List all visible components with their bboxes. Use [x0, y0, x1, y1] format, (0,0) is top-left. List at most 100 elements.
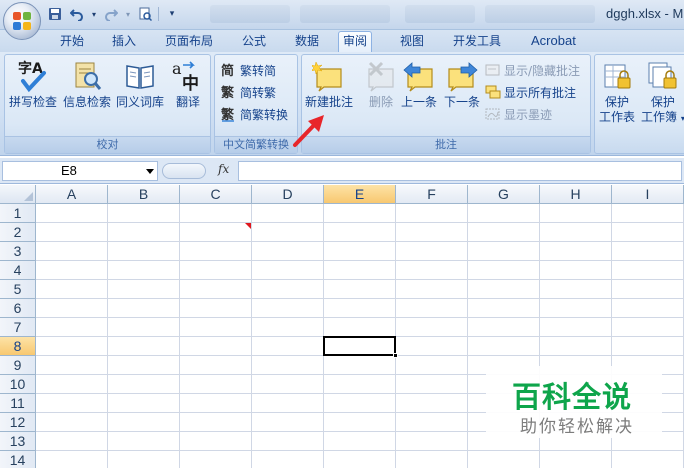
name-box-dropdown-icon[interactable] [146, 169, 154, 174]
protect-workbook-icon [646, 59, 680, 93]
watermark-subtitle: 助你轻松解决 [520, 417, 634, 437]
show-hide-comment-button[interactable]: 显示/隐藏批注 [485, 60, 580, 80]
research-icon [70, 59, 104, 93]
undo-dropdown-icon[interactable]: ▾ [90, 5, 98, 23]
tab-acrobat[interactable]: Acrobat [527, 32, 580, 52]
svg-text:繁: 繁 [221, 107, 235, 122]
row-header-2[interactable]: 2 [0, 223, 36, 242]
gridline [36, 450, 684, 451]
formula-input[interactable] [238, 161, 682, 181]
row-header-10[interactable]: 10 [0, 375, 36, 394]
tab-data[interactable]: 数据 [291, 32, 323, 52]
office-button[interactable] [3, 2, 41, 40]
watermark-title: 百科全说 [512, 380, 633, 414]
watermark: 百科全说 助你轻松解决 [486, 366, 662, 438]
proofing-group: 字A 拼写检查 信息检索 同义词库 a中 翻译 校对 [4, 54, 211, 154]
delete-comment-button[interactable]: 删除 [364, 59, 398, 110]
office-logo-icon [13, 12, 31, 30]
column-header-h[interactable]: H [540, 185, 612, 204]
gridline [36, 241, 684, 242]
convert-chinese-button[interactable]: 繁 简繁转换 [221, 104, 288, 124]
show-all-comments-button[interactable]: 显示所有批注 [485, 82, 576, 102]
comment-indicator-icon[interactable] [245, 223, 251, 229]
gridline [36, 222, 684, 223]
quick-access-toolbar: ▾ ▾ ▾ [46, 4, 181, 24]
protect-workbook-button[interactable]: 保护 工作簿 ▾ [641, 59, 684, 126]
tab-insert[interactable]: 插入 [108, 32, 140, 52]
annotation-arrow-icon [293, 115, 324, 147]
formula-bar: E8 fx [0, 158, 684, 184]
simp-to-trad-icon: 繁 [221, 84, 237, 101]
column-header-i[interactable]: I [612, 185, 684, 204]
window-tab[interactable] [405, 5, 475, 23]
expand-handle-icon[interactable] [162, 163, 206, 179]
chinese-conversion-group: 简 繁转简 繁 简转繁 繁 简繁转换 中文简繁转换 [214, 54, 298, 154]
column-header-d[interactable]: D [252, 185, 324, 204]
save-icon[interactable] [46, 5, 64, 23]
column-header-c[interactable]: C [180, 185, 252, 204]
row-header-12[interactable]: 12 [0, 413, 36, 432]
next-comment-button[interactable]: 下一条 [444, 59, 480, 110]
proofing-group-label: 校对 [5, 136, 210, 153]
formula-tools: fx [160, 161, 236, 181]
tab-review[interactable]: 审阅 [338, 31, 373, 53]
row-header-13[interactable]: 13 [0, 432, 36, 451]
column-header-g[interactable]: G [468, 185, 540, 204]
previous-comment-icon [402, 59, 436, 93]
gridline [36, 260, 684, 261]
thesaurus-button[interactable]: 同义词库 [116, 59, 164, 110]
thesaurus-icon [123, 59, 157, 93]
title-bar: ▾ ▾ ▾ dggh.xlsx - M [0, 0, 684, 30]
tab-home[interactable]: 开始 [56, 32, 88, 52]
spell-check-button[interactable]: 字A 拼写检查 [9, 59, 57, 110]
tab-developer[interactable]: 开发工具 [449, 32, 505, 52]
row-header-8[interactable]: 8 [0, 337, 36, 356]
insert-function-button[interactable]: fx [218, 162, 229, 176]
row-header-4[interactable]: 4 [0, 261, 36, 280]
simp-to-trad-button[interactable]: 繁 简转繁 [221, 82, 276, 102]
row-header-14[interactable]: 14 [0, 451, 36, 468]
svg-text:a: a [172, 59, 182, 78]
protect-group: 保护 工作表 保护 工作簿 ▾ [594, 54, 684, 154]
redo-dropdown-icon[interactable]: ▾ [124, 5, 132, 23]
previous-comment-button[interactable]: 上一条 [401, 59, 437, 110]
window-tab[interactable] [300, 5, 390, 23]
column-header-a[interactable]: A [36, 185, 108, 204]
comments-group: 新建批注 删除 上一条 下一条 显示/隐藏批注 显示所有批注 显示墨迹 批注 [301, 54, 591, 154]
row-header-9[interactable]: 9 [0, 356, 36, 375]
show-ink-button[interactable]: 显示墨迹 [485, 104, 552, 124]
protect-sheet-button[interactable]: 保护 工作表 [599, 59, 635, 125]
print-preview-icon[interactable] [136, 5, 154, 23]
convert-chinese-icon: 繁 [221, 106, 237, 123]
column-header-f[interactable]: F [396, 185, 468, 204]
row-header-5[interactable]: 5 [0, 280, 36, 299]
window-tab[interactable] [485, 5, 595, 23]
fill-handle[interactable] [393, 353, 398, 358]
redo-icon[interactable] [102, 5, 120, 23]
gridline [36, 279, 684, 280]
column-header-b[interactable]: B [108, 185, 180, 204]
tab-page-layout[interactable]: 页面布局 [161, 32, 217, 52]
tab-view[interactable]: 视图 [396, 32, 428, 52]
row-header-3[interactable]: 3 [0, 242, 36, 261]
active-cell[interactable] [323, 336, 396, 356]
svg-text:繁: 繁 [221, 85, 235, 100]
customize-icon[interactable]: ▾ [163, 5, 181, 23]
column-header-e[interactable]: E [324, 185, 396, 204]
trad-to-simp-button[interactable]: 简 繁转简 [221, 60, 276, 80]
next-comment-icon [445, 59, 479, 93]
undo-icon[interactable] [68, 5, 86, 23]
ribbon-tab-row: 开始 插入 页面布局 公式 数据 审阅 视图 开发工具 Acrobat [0, 30, 684, 53]
select-all-icon [24, 192, 33, 201]
window-tab[interactable] [210, 5, 290, 23]
tab-formulas[interactable]: 公式 [238, 32, 270, 52]
new-comment-button[interactable]: 新建批注 [305, 59, 353, 110]
row-header-6[interactable]: 6 [0, 299, 36, 318]
research-button[interactable]: 信息检索 [63, 59, 111, 110]
translate-button[interactable]: a中 翻译 [171, 59, 205, 110]
row-header-11[interactable]: 11 [0, 394, 36, 413]
name-box[interactable]: E8 [2, 161, 158, 181]
row-header-7[interactable]: 7 [0, 318, 36, 337]
select-all-button[interactable] [0, 185, 36, 204]
row-header-1[interactable]: 1 [0, 204, 36, 223]
